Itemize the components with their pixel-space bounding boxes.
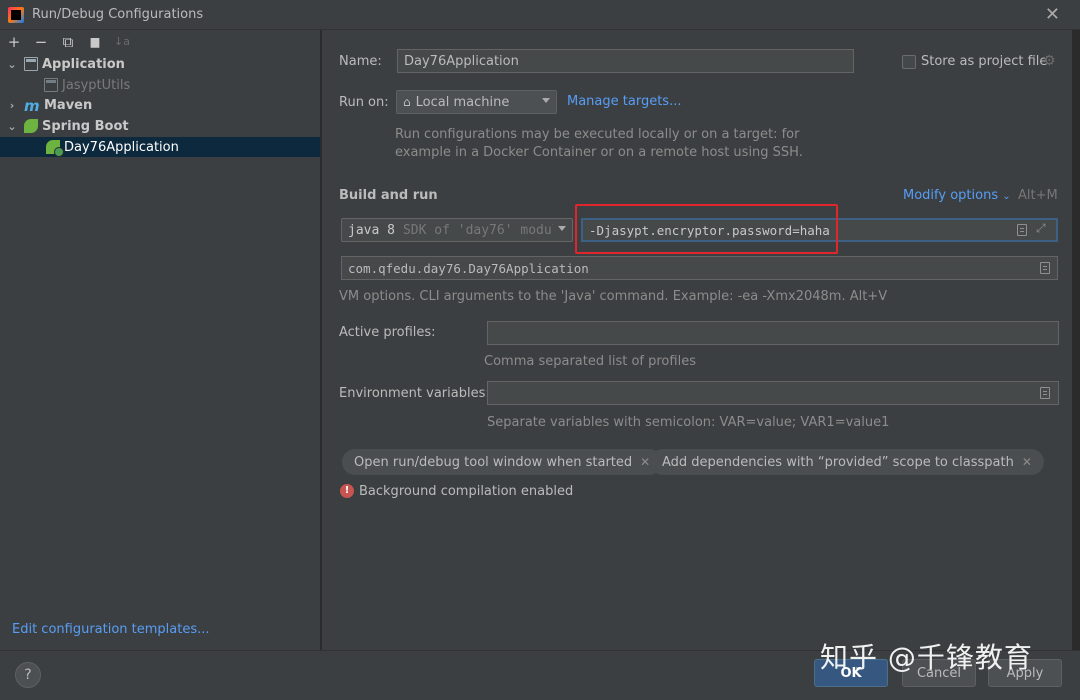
- document-icon[interactable]: [1040, 387, 1050, 399]
- copy-icon[interactable]: ⧉: [60, 34, 76, 50]
- modify-options-shortcut: Alt+M: [1018, 188, 1058, 203]
- window-title: Run/Debug Configurations: [32, 7, 204, 22]
- active-profiles-input[interactable]: [487, 321, 1059, 345]
- run-on-label: Run on:: [339, 95, 389, 110]
- run-on-select[interactable]: ⌂ Local machine: [396, 90, 557, 114]
- main-class-input[interactable]: com.qfedu.day76.Day76Application: [341, 256, 1058, 280]
- tree-node-label: Day76Application: [64, 139, 179, 155]
- configuration-editor: Name: Day76Application Store as project …: [322, 30, 1080, 650]
- window-edge: [1072, 30, 1080, 650]
- edit-configuration-templates-link[interactable]: Edit configuration templates...: [12, 622, 210, 637]
- vm-options-hint: VM options. CLI arguments to the 'Java' …: [339, 289, 888, 304]
- name-input[interactable]: Day76Application: [397, 49, 854, 73]
- tree-node-day76application[interactable]: Day76Application: [0, 136, 320, 158]
- gear-icon[interactable]: ⚙: [1043, 53, 1056, 69]
- chevron-down-icon: ⌄: [1002, 191, 1011, 202]
- vm-options-input[interactable]: -Djasypt.encryptor.password=haha: [581, 218, 1058, 242]
- intellij-logo-icon: [8, 6, 24, 23]
- active-profiles-hint: Comma separated list of profiles: [484, 354, 696, 369]
- sort-icon[interactable]: ↓a: [114, 34, 130, 50]
- name-label: Name:: [339, 54, 382, 69]
- folder-icon[interactable]: ▆: [87, 34, 103, 50]
- error-icon: !: [340, 484, 354, 498]
- title-bar: Run/Debug Configurations ✕: [0, 0, 1080, 30]
- application-icon: [44, 78, 58, 93]
- environment-variables-label: Environment variables:: [339, 386, 490, 401]
- jdk-value: java 8: [348, 222, 395, 238]
- chip-label: Open run/debug tool window when started: [354, 454, 633, 470]
- option-chip-provided-scope: Add dependencies with “provided” scope t…: [650, 449, 1044, 475]
- close-icon[interactable]: ✕: [1022, 455, 1032, 469]
- tree-node-spring-boot[interactable]: ⌄ Spring Boot: [0, 116, 320, 137]
- run-on-hint-line-1: Run configurations may be executed local…: [395, 127, 800, 142]
- configurations-sidebar: + − ⧉ ▆ ↓a ⌄ Application JasyptUtils › m…: [0, 30, 321, 650]
- spring-boot-run-icon: [46, 140, 64, 158]
- run-on-hint-line-2: example in a Docker Container or on a re…: [395, 145, 803, 160]
- spring-boot-icon: [24, 119, 38, 134]
- cancel-button[interactable]: Cancel: [902, 659, 976, 687]
- chevron-right-icon[interactable]: ›: [6, 99, 18, 112]
- jdk-hint: SDK of 'day76' module: [402, 222, 553, 238]
- configurations-tree: ⌄ Application JasyptUtils › m Maven ⌄ Sp…: [0, 54, 320, 158]
- chevron-down-icon: [542, 98, 550, 103]
- modify-options-label: Modify options: [903, 188, 999, 203]
- manage-targets-link[interactable]: Manage targets...: [567, 94, 681, 109]
- remove-icon[interactable]: −: [33, 34, 49, 50]
- sidebar-toolbar: + − ⧉ ▆ ↓a: [0, 30, 320, 54]
- store-as-project-file-label[interactable]: Store as project file: [921, 54, 1047, 69]
- environment-variables-input[interactable]: [487, 381, 1059, 405]
- environment-variables-hint: Separate variables with semicolon: VAR=v…: [487, 415, 890, 430]
- document-icon[interactable]: [1040, 262, 1050, 274]
- run-on-value: Local machine: [415, 94, 510, 110]
- chip-label: Add dependencies with “provided” scope t…: [662, 454, 1014, 470]
- tree-node-label: Application: [42, 56, 125, 72]
- jdk-select[interactable]: java 8 SDK of 'day76' module: [341, 218, 573, 242]
- store-as-project-file-checkbox[interactable]: [902, 55, 916, 69]
- chevron-down-icon[interactable]: ⌄: [6, 58, 18, 71]
- active-profiles-label: Active profiles:: [339, 325, 436, 340]
- close-icon[interactable]: ✕: [1045, 4, 1060, 25]
- background-compilation-warning: Background compilation enabled: [359, 484, 574, 499]
- modify-options-link[interactable]: Modify options ⌄: [903, 188, 1011, 203]
- close-icon[interactable]: ✕: [640, 455, 650, 469]
- dialog-button-bar: ? OK Cancel Apply: [0, 650, 1080, 700]
- tree-node-jasyptutils[interactable]: JasyptUtils: [0, 75, 320, 96]
- build-and-run-heading: Build and run: [339, 188, 438, 203]
- add-icon[interactable]: +: [6, 34, 22, 50]
- chevron-down-icon: [558, 226, 566, 231]
- help-button[interactable]: ?: [15, 662, 41, 688]
- tree-node-maven[interactable]: › m Maven: [0, 95, 320, 116]
- expand-icon[interactable]: ⤢: [1036, 221, 1046, 236]
- option-chip-open-tool-window: Open run/debug tool window when started …: [342, 449, 663, 475]
- application-icon: [24, 57, 38, 72]
- ok-button[interactable]: OK: [814, 659, 888, 687]
- tree-node-label: Maven: [44, 98, 93, 114]
- document-icon[interactable]: [1017, 224, 1027, 236]
- tree-node-label: Spring Boot: [42, 118, 129, 134]
- chevron-down-icon[interactable]: ⌄: [6, 120, 18, 133]
- maven-icon: m: [24, 96, 40, 115]
- apply-button[interactable]: Apply: [988, 659, 1062, 687]
- tree-node-application[interactable]: ⌄ Application: [0, 54, 320, 75]
- home-icon: ⌂: [403, 95, 411, 109]
- tree-node-label: JasyptUtils: [62, 77, 131, 93]
